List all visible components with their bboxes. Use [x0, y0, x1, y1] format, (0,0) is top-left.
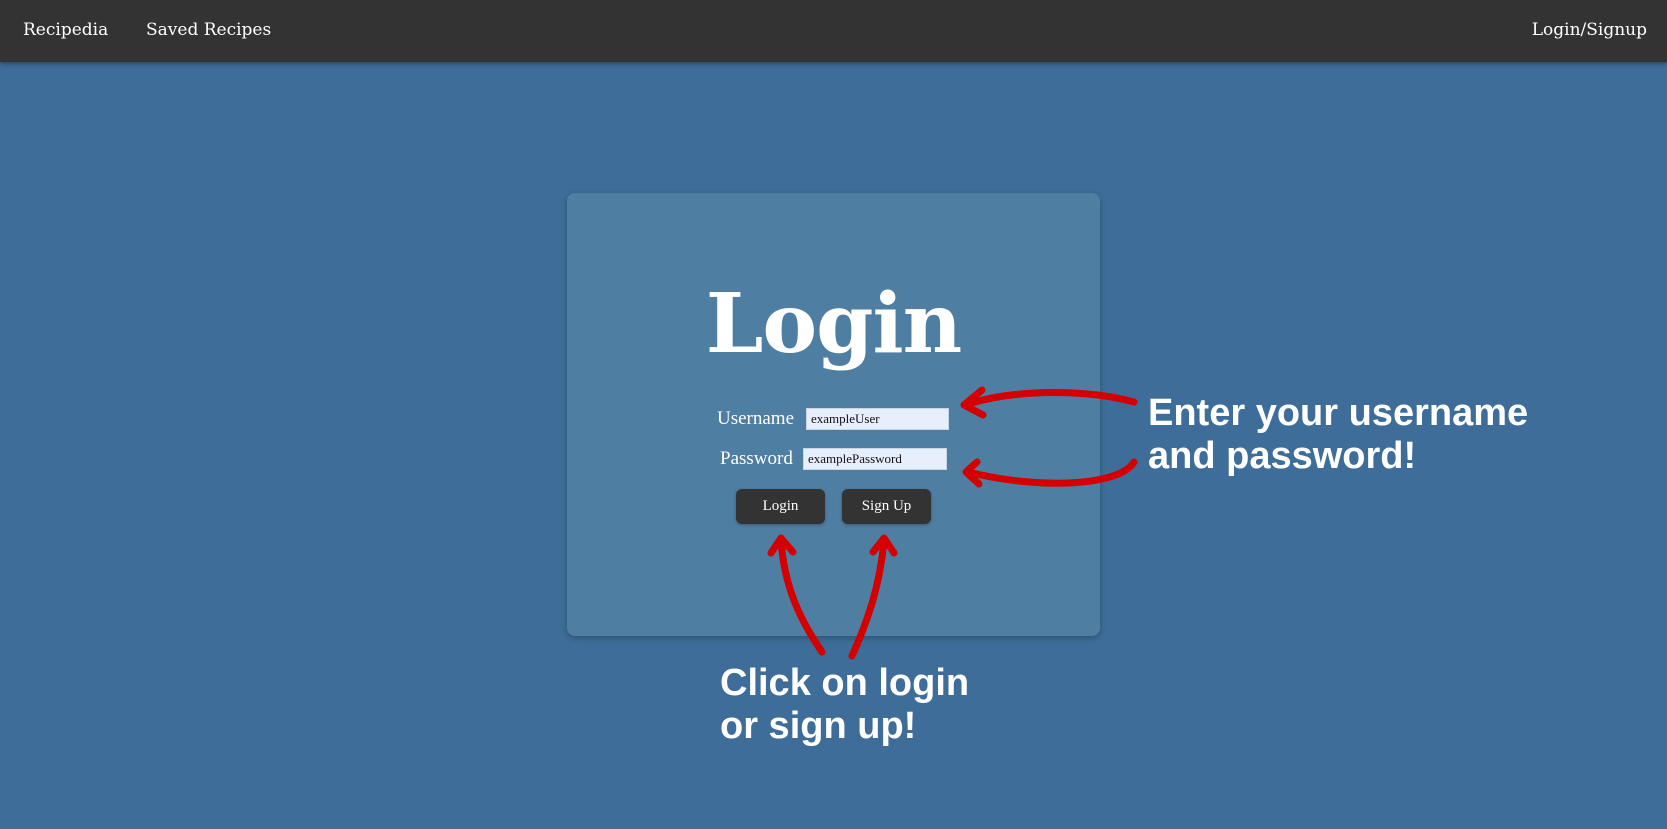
nav-login-signup-link[interactable]: Login/Signup	[1532, 20, 1647, 40]
login-button[interactable]: Login	[736, 489, 825, 524]
nav-brand-link[interactable]: Recipedia	[23, 20, 108, 40]
navbar: Recipedia Saved Recipes Login/Signup	[0, 0, 1667, 62]
fields-annotation: Enter your username and password!	[1148, 392, 1528, 478]
login-title: Login	[705, 276, 962, 372]
password-label: Password	[720, 448, 793, 469]
buttons-annotation-line1: Click on login	[720, 662, 970, 704]
buttons-annotation-line2: or sign up!	[720, 705, 917, 747]
password-input[interactable]	[803, 448, 947, 470]
username-label: Username	[717, 408, 795, 429]
fields-annotation-line1: Enter your username	[1148, 392, 1529, 434]
fields-annotation-line2: and password!	[1148, 435, 1417, 477]
signup-button[interactable]: Sign Up	[842, 489, 931, 524]
username-input[interactable]	[806, 408, 949, 430]
nav-saved-recipes-link[interactable]: Saved Recipes	[146, 20, 271, 40]
buttons-annotation: Click on login or sign up!	[720, 662, 969, 748]
